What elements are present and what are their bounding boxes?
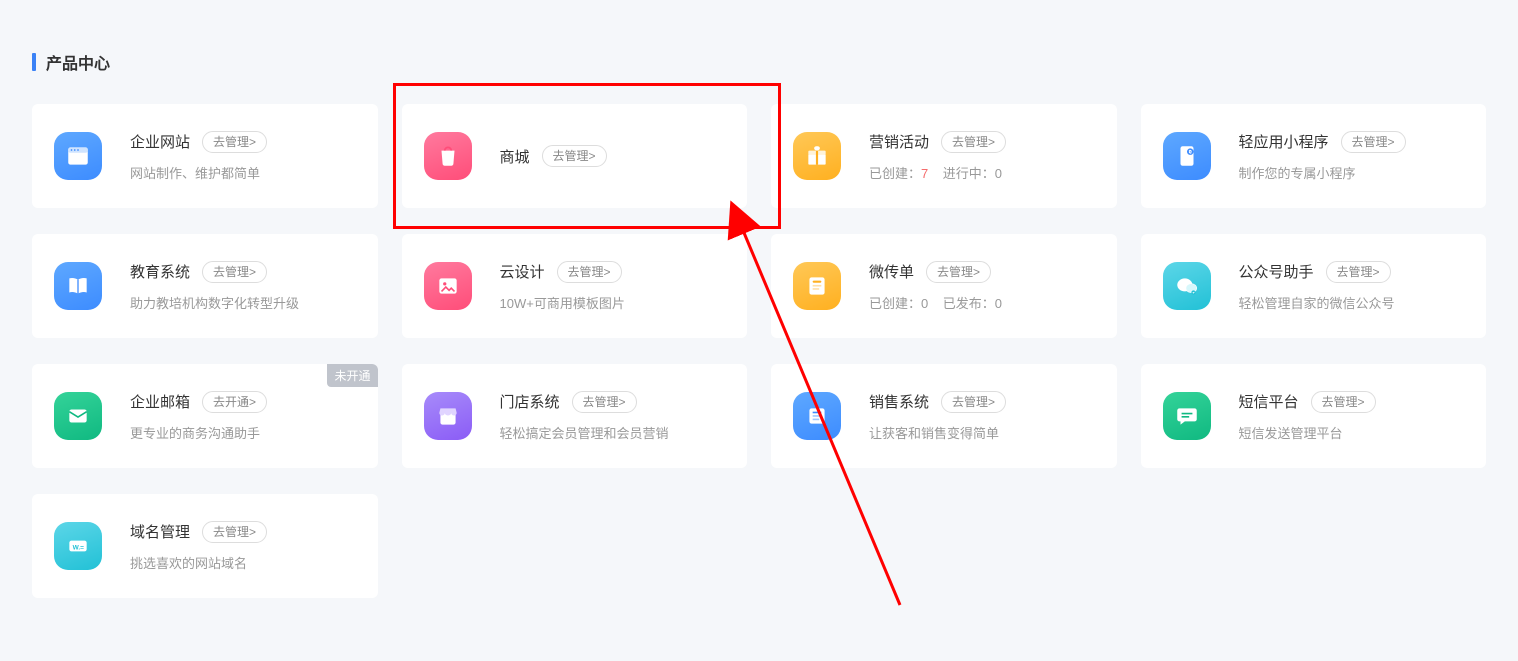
manage-button[interactable]: 去管理> xyxy=(202,521,267,543)
manage-button[interactable]: 去管理> xyxy=(572,391,637,413)
card-title: 云设计 xyxy=(500,261,545,282)
card-store[interactable]: 门店系统 去管理> 轻松搞定会员管理和会员营销 xyxy=(402,364,748,468)
card-desc: 挑选喜欢的网站域名 xyxy=(130,553,356,572)
gift-icon xyxy=(793,132,841,180)
image-icon xyxy=(424,262,472,310)
stat-label: 已创建： xyxy=(869,166,921,181)
manage-button[interactable]: 去管理> xyxy=(542,145,607,167)
card-title: 域名管理 xyxy=(130,521,190,542)
mail-icon xyxy=(54,392,102,440)
card-sales[interactable]: 销售系统 去管理> 让获客和销售变得简单 xyxy=(771,364,1117,468)
card-title: 商城 xyxy=(500,146,530,167)
card-desc: 网站制作、维护都简单 xyxy=(130,163,356,182)
manage-button[interactable]: 去管理> xyxy=(1341,131,1406,153)
product-grid: 企业网站 去管理> 网站制作、维护都简单 商城 去管理> xyxy=(32,104,1486,598)
card-shop[interactable]: 商城 去管理> xyxy=(402,104,748,208)
stat-label: 进行中： xyxy=(943,166,995,181)
domain-icon: W.= xyxy=(54,522,102,570)
manage-button[interactable]: 去管理> xyxy=(1326,261,1391,283)
card-desc: 让获客和销售变得简单 xyxy=(869,423,1095,442)
card-title: 企业网站 xyxy=(130,131,190,152)
card-desc: 轻松管理自家的微信公众号 xyxy=(1239,293,1465,312)
manage-button[interactable]: 去管理> xyxy=(941,391,1006,413)
card-desc: 更专业的商务沟通助手 xyxy=(130,423,356,442)
window-icon xyxy=(54,132,102,180)
card-title: 公众号助手 xyxy=(1239,261,1314,282)
shopping-bag-icon xyxy=(424,132,472,180)
store-icon xyxy=(424,392,472,440)
svg-text:W.=: W.= xyxy=(73,544,85,551)
card-education[interactable]: 教育系统 去管理> 助力教培机构数字化转型升级 xyxy=(32,234,378,338)
activate-button[interactable]: 去开通> xyxy=(202,391,267,413)
card-email[interactable]: 未开通 企业邮箱 去开通> 更专业的商务沟通助手 xyxy=(32,364,378,468)
stat-value: 0 xyxy=(921,296,928,311)
card-desc: 助力教培机构数字化转型升级 xyxy=(130,293,356,312)
card-title: 销售系统 xyxy=(869,391,929,412)
card-stats: 已创建：7 进行中：0 xyxy=(869,163,1095,182)
title-accent-bar xyxy=(32,53,36,71)
book-icon xyxy=(54,262,102,310)
stat-value: 0 xyxy=(995,166,1002,181)
card-domain[interactable]: W.= 域名管理 去管理> 挑选喜欢的网站域名 xyxy=(32,494,378,598)
card-enterprise-website[interactable]: 企业网站 去管理> 网站制作、维护都简单 xyxy=(32,104,378,208)
flyer-icon xyxy=(793,262,841,310)
card-flyer[interactable]: 微传单 去管理> 已创建：0 已发布：0 xyxy=(771,234,1117,338)
card-title: 微传单 xyxy=(869,261,914,282)
message-icon xyxy=(1163,392,1211,440)
stat-value: 0 xyxy=(995,296,1002,311)
wechat-icon xyxy=(1163,262,1211,310)
card-title: 企业邮箱 xyxy=(130,391,190,412)
card-cloud-design[interactable]: 云设计 去管理> 10W+可商用模板图片 xyxy=(402,234,748,338)
section-title: 产品中心 xyxy=(32,50,1486,74)
card-desc: 制作您的专属小程序 xyxy=(1239,163,1465,182)
card-title: 轻应用小程序 xyxy=(1239,131,1329,152)
title-text: 产品中心 xyxy=(46,50,110,74)
card-wechat-assistant[interactable]: 公众号助手 去管理> 轻松管理自家的微信公众号 xyxy=(1141,234,1487,338)
phone-app-icon xyxy=(1163,132,1211,180)
manage-button[interactable]: 去管理> xyxy=(1311,391,1376,413)
card-title: 教育系统 xyxy=(130,261,190,282)
card-stats: 已创建：0 已发布：0 xyxy=(869,293,1095,312)
card-marketing[interactable]: 营销活动 去管理> 已创建：7 进行中：0 xyxy=(771,104,1117,208)
card-desc: 10W+可商用模板图片 xyxy=(500,293,726,312)
manage-button[interactable]: 去管理> xyxy=(202,131,267,153)
stat-value: 7 xyxy=(921,166,928,181)
card-desc: 短信发送管理平台 xyxy=(1239,423,1465,442)
card-title: 门店系统 xyxy=(500,391,560,412)
manage-button[interactable]: 去管理> xyxy=(557,261,622,283)
manage-button[interactable]: 去管理> xyxy=(202,261,267,283)
stat-label: 已创建： xyxy=(869,296,921,311)
card-title: 短信平台 xyxy=(1239,391,1299,412)
manage-button[interactable]: 去管理> xyxy=(941,131,1006,153)
stat-label: 已发布： xyxy=(943,296,995,311)
manage-button[interactable]: 去管理> xyxy=(926,261,991,283)
card-sms[interactable]: 短信平台 去管理> 短信发送管理平台 xyxy=(1141,364,1487,468)
card-miniprogram[interactable]: 轻应用小程序 去管理> 制作您的专属小程序 xyxy=(1141,104,1487,208)
card-title: 营销活动 xyxy=(869,131,929,152)
card-desc: 轻松搞定会员管理和会员营销 xyxy=(500,423,726,442)
list-icon xyxy=(793,392,841,440)
status-badge: 未开通 xyxy=(327,364,377,387)
